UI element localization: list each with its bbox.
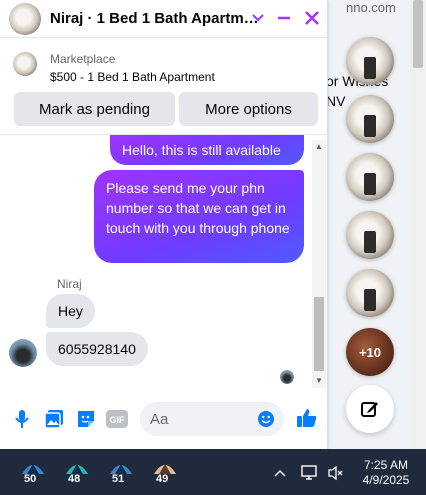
listing-title[interactable]: $500 - 1 Bed 1 Bath Apartment xyxy=(50,70,215,84)
system-clock[interactable]: 7:25 AM 4/9/2025 xyxy=(356,458,416,488)
clock-date: 4/9/2025 xyxy=(362,473,410,487)
network-icon[interactable] xyxy=(300,463,320,483)
listing-source: Marketplace xyxy=(50,52,116,66)
emoji-icon[interactable] xyxy=(257,410,275,428)
chat-window: Niraj · 1 Bed 1 Bath Apartm… Marketplace… xyxy=(0,0,328,449)
svg-text:GIF: GIF xyxy=(110,415,126,425)
chevron-up-icon[interactable] xyxy=(270,463,290,483)
chat-head[interactable] xyxy=(346,211,394,259)
chat-title[interactable]: Niraj · 1 Bed 1 Bath Apartm… xyxy=(50,10,259,27)
taskbar: 50 48 51 49 7:25 AM 4/9/2025 xyxy=(0,449,426,495)
more-options-button[interactable]: More options xyxy=(179,92,318,126)
app-badge: 48 xyxy=(68,473,81,485)
taskbar-app[interactable]: 51 xyxy=(108,460,134,486)
taskbar-app[interactable]: 50 xyxy=(20,460,46,486)
message-bubble-outgoing: Hello, this is still available xyxy=(110,135,304,165)
chat-head[interactable] xyxy=(346,153,394,201)
sticker-icon[interactable] xyxy=(75,408,97,430)
message-bubble-outgoing: Please send me your phn number so that w… xyxy=(94,170,304,263)
taskbar-app[interactable]: 48 xyxy=(64,460,90,486)
app-badge: 50 xyxy=(24,473,37,485)
page-scrollbar-thumb[interactable] xyxy=(413,0,423,68)
compose-icon xyxy=(361,402,378,417)
avatar[interactable] xyxy=(9,3,41,35)
read-receipt-avatar xyxy=(280,370,294,384)
chat-header[interactable]: Niraj · 1 Bed 1 Bath Apartm… xyxy=(0,0,328,38)
chat-head[interactable] xyxy=(346,95,394,143)
background-text-fragment: NV xyxy=(328,93,346,109)
chat-head[interactable] xyxy=(346,269,394,317)
microphone-icon[interactable] xyxy=(11,408,33,430)
weather-icon xyxy=(110,464,132,474)
chat-scrollbar-thumb[interactable] xyxy=(314,297,324,371)
weather-icon xyxy=(154,464,176,474)
weather-icon xyxy=(66,464,88,474)
sender-name: Niraj xyxy=(57,277,82,291)
listing-thumbnail[interactable] xyxy=(13,52,37,76)
photo-icon[interactable] xyxy=(43,408,65,430)
new-message-button[interactable] xyxy=(346,385,394,433)
scroll-down-icon[interactable]: ▼ xyxy=(315,376,323,385)
app-badge: 49 xyxy=(156,473,169,485)
chevron-down-icon[interactable] xyxy=(248,8,268,28)
app-badge: 51 xyxy=(112,473,125,485)
message-composer: GIF xyxy=(0,390,328,449)
more-chat-heads-count: +10 xyxy=(358,344,382,360)
avatar[interactable] xyxy=(9,339,37,367)
background-url-fragment: nno.com xyxy=(346,0,396,15)
clock-time: 7:25 AM xyxy=(363,458,409,472)
scroll-up-icon[interactable]: ▲ xyxy=(315,142,323,151)
gif-icon[interactable]: GIF xyxy=(106,408,128,430)
minimize-icon[interactable] xyxy=(274,8,294,28)
weather-icon xyxy=(22,464,44,474)
more-chat-heads[interactable]: +10 xyxy=(346,328,394,376)
page-scrollbar[interactable] xyxy=(410,0,426,449)
volume-icon[interactable] xyxy=(326,463,346,483)
marketplace-listing: Marketplace $500 - 1 Bed 1 Bath Apartmen… xyxy=(0,38,328,134)
message-bubble-incoming: Hey xyxy=(46,294,95,328)
close-icon[interactable] xyxy=(302,8,322,28)
taskbar-app[interactable]: 49 xyxy=(152,460,178,486)
chat-scrollbar[interactable]: ▲ ▼ xyxy=(312,140,326,388)
chat-head[interactable] xyxy=(346,37,394,85)
mark-as-pending-button[interactable]: Mark as pending xyxy=(14,92,175,126)
like-icon[interactable] xyxy=(296,407,318,429)
message-list: Hello, this is still available Please se… xyxy=(0,134,328,390)
message-bubble-incoming: 6055928140 xyxy=(46,332,148,366)
